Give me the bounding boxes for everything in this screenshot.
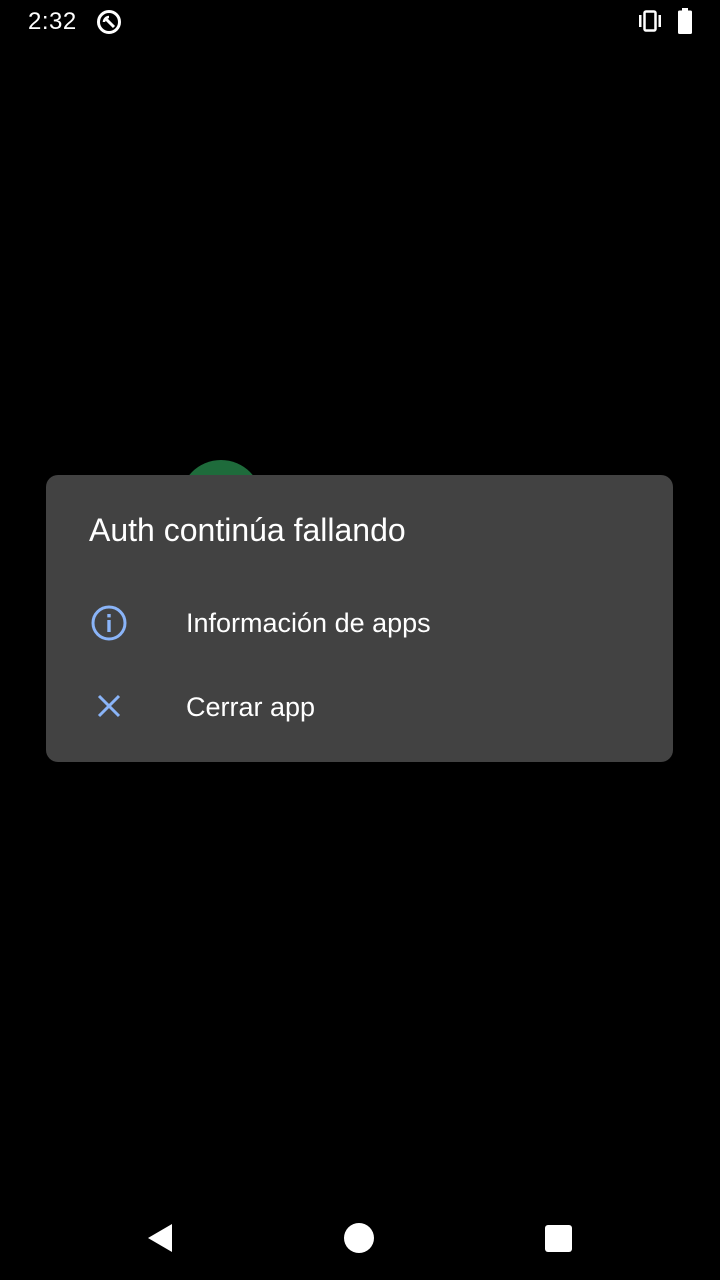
app-info-option[interactable]: Información de apps <box>46 581 673 665</box>
close-icon <box>97 694 121 718</box>
app-sync-icon <box>97 10 121 34</box>
status-time: 2:32 <box>28 8 77 35</box>
battery-icon <box>678 8 692 34</box>
recents-icon[interactable] <box>545 1225 572 1252</box>
dialog-title: Auth continúa fallando <box>89 512 406 548</box>
home-icon[interactable] <box>343 1222 375 1254</box>
app-info-label: Información de apps <box>186 608 431 638</box>
close-app-label: Cerrar app <box>186 692 316 722</box>
crash-dialog: Auth continúa fallando Información de ap… <box>46 475 673 762</box>
status-bar: 2:32 <box>0 0 720 44</box>
info-icon <box>91 605 127 641</box>
vibrate-icon <box>639 10 661 32</box>
screen: 2:32 Auth continúa fallando Información <box>0 0 720 1280</box>
back-icon[interactable] <box>146 1222 174 1254</box>
close-app-option[interactable]: Cerrar app <box>46 665 673 749</box>
navigation-bar <box>0 1196 720 1280</box>
